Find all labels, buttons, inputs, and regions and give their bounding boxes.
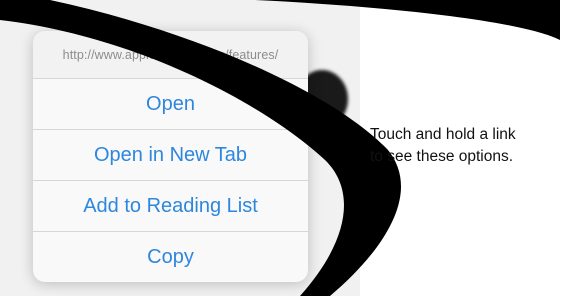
link-url-header: http://www.apple.com/iphone/features/ [33,31,308,79]
copy-link-button[interactable]: Copy [33,232,308,282]
caption-line-2: to see these options. [370,148,514,165]
link-options-popover: http://www.apple.com/iphone/features/ Op… [33,31,308,282]
add-to-reading-list-label: Add to Reading List [83,194,258,217]
open-link-label: Open [146,92,195,115]
add-to-reading-list-button[interactable]: Add to Reading List [33,181,308,232]
caption-line-1: Touch and hold a link [370,126,516,143]
link-url-text: http://www.apple.com/iphone/features/ [62,47,279,62]
link-options-menu: Open Open in New Tab Add to Reading List… [33,79,308,282]
open-link-button[interactable]: Open [33,79,308,130]
screenshot-stage: http://www.apple.com/iphone/features/ Op… [0,0,561,296]
instruction-caption: Touch and hold a link to see these optio… [370,124,560,168]
open-in-new-tab-button[interactable]: Open in New Tab [33,130,308,181]
copy-link-label: Copy [147,245,194,268]
open-in-new-tab-label: Open in New Tab [93,143,248,166]
